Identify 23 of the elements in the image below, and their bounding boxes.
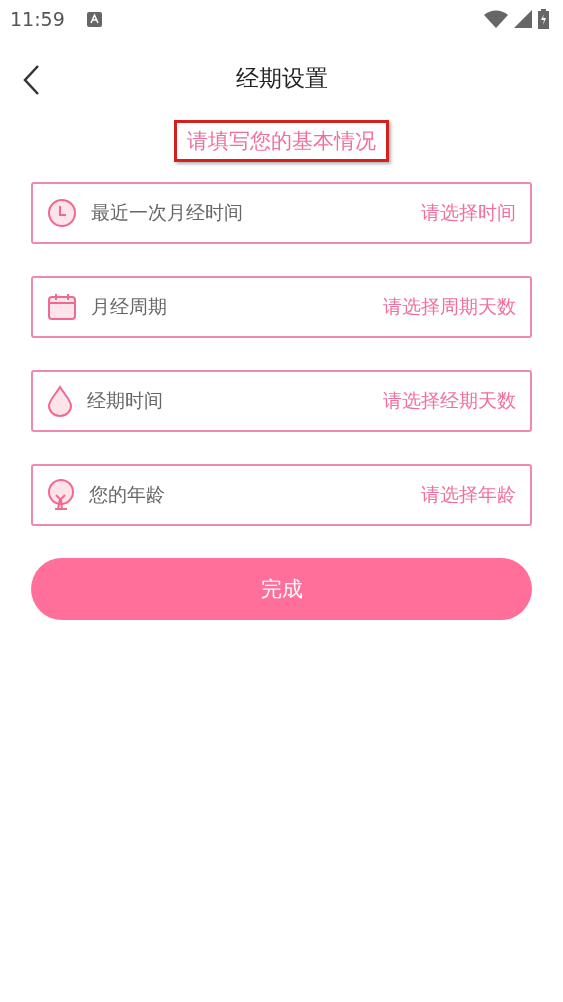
section-heading: 请填写您的基本情况 (174, 120, 389, 162)
select-field[interactable]: 月经周期 请选择周期天数 (31, 276, 532, 338)
status-time: 11:59 (10, 8, 65, 30)
tree-icon (47, 479, 75, 511)
keyboard-icon (86, 11, 102, 27)
calendar-icon (47, 292, 77, 322)
select-field[interactable]: 经期时间 请选择经期天数 (31, 370, 532, 432)
select-field[interactable]: 最近一次月经时间 请选择时间 (31, 182, 532, 244)
field-placeholder: 请选择年龄 (421, 482, 516, 507)
field-label: 月经周期 (91, 294, 168, 319)
page-title: 经期设置 (235, 63, 328, 93)
field-label: 您的年龄 (89, 482, 166, 507)
signal-icon (514, 10, 532, 28)
wifi-icon (484, 10, 508, 28)
field-label: 最近一次月经时间 (91, 200, 244, 225)
clock-icon (47, 198, 77, 228)
battery-icon (538, 9, 549, 29)
select-field[interactable]: 您的年龄 请选择年龄 (31, 464, 532, 526)
field-placeholder: 请选择经期天数 (383, 388, 516, 413)
field-placeholder: 请选择周期天数 (383, 294, 516, 319)
field-placeholder: 请选择时间 (421, 200, 516, 225)
field-label: 经期时间 (87, 388, 164, 413)
drop-icon (47, 385, 73, 417)
